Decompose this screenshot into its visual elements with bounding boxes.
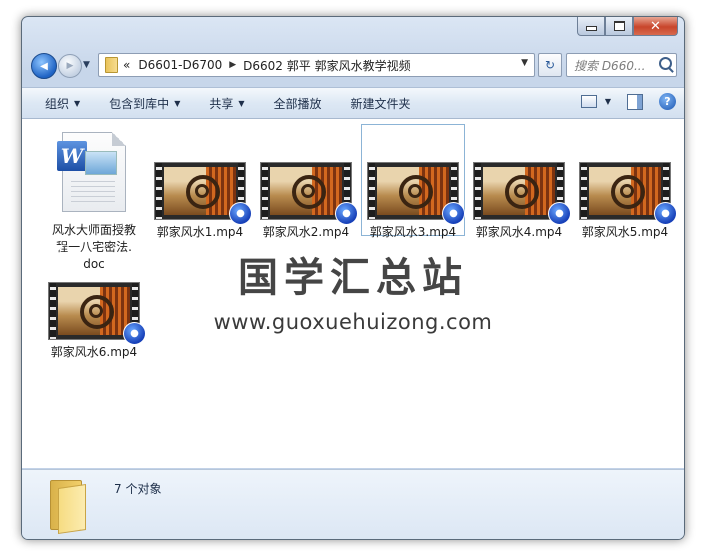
preview-pane-icon[interactable] bbox=[627, 93, 643, 110]
film-strip-icon bbox=[369, 163, 375, 219]
video-frame bbox=[164, 167, 236, 215]
file-label: 郭家风水4.mp4 bbox=[475, 225, 563, 239]
file-item-video-3[interactable]: ● 郭家风水3.mp4 bbox=[361, 124, 465, 239]
minimize-button[interactable] bbox=[577, 17, 605, 36]
word-document-icon: W bbox=[57, 132, 126, 212]
maximize-button[interactable] bbox=[605, 17, 633, 36]
video-thumbnail: ● bbox=[473, 162, 571, 225]
chevron-down-icon: ▼ bbox=[238, 98, 245, 108]
help-icon[interactable]: ? bbox=[659, 93, 676, 110]
file-label: 郭家风水3.mp4 bbox=[369, 225, 457, 239]
details-pane: 7 个对象 bbox=[22, 469, 684, 539]
maximize-icon bbox=[613, 21, 625, 31]
folder-icon bbox=[50, 480, 86, 534]
search-icon[interactable] bbox=[659, 57, 672, 70]
forward-arrow-icon: ▶ bbox=[66, 61, 74, 71]
navigation-bar: ◀ ▶ ▼ « D6601-D6700 ▶ D6602 郭平 郭家风水教学视频 … bbox=[30, 51, 677, 79]
file-label: 郭家风水1.mp4 bbox=[156, 225, 244, 239]
minimize-icon bbox=[585, 26, 597, 31]
file-item-video-5[interactable]: ● 郭家风水5.mp4 bbox=[577, 162, 677, 241]
address-dropdown[interactable]: ▼ bbox=[521, 58, 528, 68]
refresh-button[interactable]: ↻ bbox=[538, 53, 562, 77]
organize-menu[interactable]: 组织 ▼ bbox=[22, 95, 91, 112]
file-label: 郭家风水5.mp4 bbox=[581, 225, 669, 239]
video-thumbnail: ● bbox=[154, 162, 252, 225]
back-button[interactable]: ◀ bbox=[31, 53, 57, 79]
word-logo-icon: W bbox=[57, 141, 87, 171]
chevron-down-icon: ▼ bbox=[174, 98, 181, 108]
media-player-icon: ● bbox=[548, 202, 571, 225]
breadcrumb-overflow[interactable]: « bbox=[123, 58, 130, 72]
play-all-button[interactable]: 全部播放 bbox=[256, 95, 333, 112]
film-strip-icon bbox=[475, 163, 481, 219]
close-button[interactable]: ✕ bbox=[633, 17, 678, 36]
share-menu[interactable]: 共享 ▼ bbox=[191, 95, 255, 112]
file-item-video-4[interactable]: ● 郭家风水4.mp4 bbox=[471, 162, 571, 241]
search-input[interactable] bbox=[572, 56, 660, 76]
video-thumbnail: ● bbox=[579, 162, 677, 225]
breadcrumb-separator[interactable]: ▶ bbox=[229, 60, 236, 70]
share-label: 共享 bbox=[209, 96, 234, 111]
video-thumbnail: ● bbox=[260, 162, 358, 225]
folder-icon bbox=[105, 57, 118, 73]
address-bar[interactable]: « D6601-D6700 ▶ D6602 郭平 郭家风水教学视频 ▼ bbox=[98, 53, 535, 77]
breadcrumb-d6601-d6700[interactable]: D6601-D6700 bbox=[138, 58, 222, 72]
command-bar: 组织 ▼ 包含到库中 ▼ 共享 ▼ 全部播放 新建文件夹 ▼ ? bbox=[22, 87, 684, 119]
file-label: 郭家风水2.mp4 bbox=[262, 225, 350, 239]
media-player-icon: ● bbox=[229, 202, 252, 225]
refresh-icon: ↻ bbox=[544, 58, 556, 72]
file-label: 郭家风水6.mp4 bbox=[50, 345, 138, 359]
change-view-icon[interactable] bbox=[580, 95, 597, 108]
film-strip-icon bbox=[581, 163, 587, 219]
film-strip-icon bbox=[262, 163, 268, 219]
video-frame bbox=[483, 167, 555, 215]
media-player-icon: ● bbox=[654, 202, 677, 225]
file-item-video-2[interactable]: ● 郭家风水2.mp4 bbox=[258, 162, 358, 241]
search-box[interactable] bbox=[566, 53, 677, 77]
recent-pages-dropdown[interactable]: ▼ bbox=[83, 60, 90, 70]
video-thumbnail: ● bbox=[367, 162, 465, 225]
document-picture-icon bbox=[85, 151, 117, 175]
video-frame bbox=[377, 167, 449, 215]
file-label-line: 风水大师面授教 bbox=[51, 223, 136, 237]
chevron-down-icon: ▼ bbox=[74, 98, 81, 108]
media-player-icon: ● bbox=[335, 202, 358, 225]
document-lines-icon bbox=[71, 181, 115, 203]
forward-button[interactable]: ▶ bbox=[58, 54, 82, 78]
video-frame bbox=[270, 167, 342, 215]
media-player-icon: ● bbox=[442, 202, 465, 225]
file-list[interactable]: W 风水大师面授教 程一八宅密法. doc ● 郭家风水1.mp4 ● 郭家风水… bbox=[22, 119, 684, 468]
view-options-dropdown[interactable]: ▼ bbox=[605, 97, 611, 106]
film-strip-icon bbox=[156, 163, 162, 219]
caption-buttons: ✕ bbox=[577, 17, 678, 36]
back-arrow-icon: ◀ bbox=[40, 60, 48, 72]
watermark-url: www.guoxuehuizong.com bbox=[213, 310, 493, 334]
include-in-library-menu[interactable]: 包含到库中 ▼ bbox=[91, 95, 191, 112]
video-frame bbox=[589, 167, 661, 215]
item-count: 7 个对象 bbox=[114, 482, 162, 496]
explorer-window: ✕ ◀ ▶ ▼ « D6601-D6700 ▶ D6602 郭平 郭家风水教学视… bbox=[21, 16, 685, 540]
organize-label: 组织 bbox=[45, 96, 70, 111]
watermark-title: 国学汇总站 bbox=[238, 255, 468, 301]
include-in-library-label: 包含到库中 bbox=[109, 96, 170, 111]
breadcrumb-current-folder[interactable]: D6602 郭平 郭家风水教学视频 bbox=[243, 57, 410, 74]
view-controls: ▼ ? bbox=[580, 93, 676, 110]
new-folder-button[interactable]: 新建文件夹 bbox=[333, 95, 422, 112]
file-item-video-1[interactable]: ● 郭家风水1.mp4 bbox=[152, 162, 252, 241]
